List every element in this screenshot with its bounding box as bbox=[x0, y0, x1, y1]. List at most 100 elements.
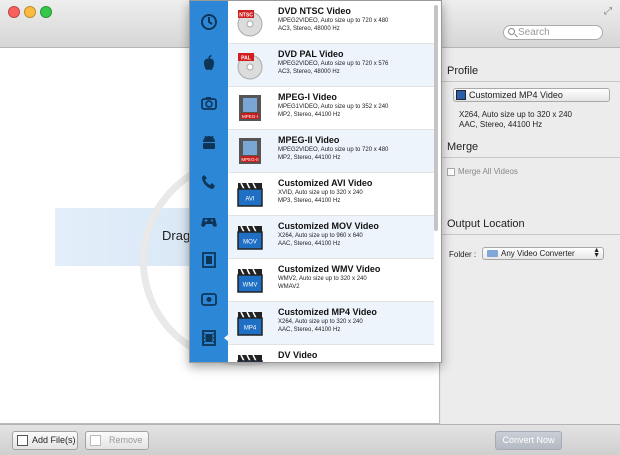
convert-now-button[interactable]: Convert Now bbox=[495, 431, 562, 450]
format-item-dvd-ntsc[interactable]: NTSC DVD NTSC Video MPEG2VIDEO, Auto siz… bbox=[228, 1, 434, 44]
merge-all-checkbox[interactable] bbox=[447, 168, 455, 176]
search-input[interactable]: Search bbox=[503, 25, 603, 40]
output-location-heading: Output Location bbox=[447, 218, 525, 230]
format-badge: MPEG-II bbox=[241, 157, 258, 162]
minimize-window-button[interactable] bbox=[24, 6, 36, 18]
format-description: WMV2, Auto size up to 320 x 240 WMAV2 bbox=[278, 276, 434, 291]
format-item-wmv[interactable]: WMV Customized WMV Video WMV2, Auto size… bbox=[228, 259, 434, 302]
profile-heading: Profile bbox=[447, 65, 479, 77]
format-popup: NTSC DVD NTSC Video MPEG2VIDEO, Auto siz… bbox=[189, 0, 442, 363]
clapperboard-icon: AVI bbox=[235, 179, 265, 209]
film-icon bbox=[202, 252, 216, 268]
format-desc-line: AC3, Stereo, 48000 Hz bbox=[278, 25, 340, 32]
format-badge: MP4 bbox=[244, 326, 257, 332]
profile-details-line2: AAC, Stereo, 44100 Hz bbox=[459, 120, 543, 129]
format-name: Customized MP4 Video bbox=[278, 307, 377, 317]
bottom-toolbar: Add File(s) Remove Convert Now bbox=[0, 424, 620, 455]
category-android[interactable] bbox=[190, 123, 228, 161]
format-item-mpeg2[interactable]: MPEG-II MPEG-II Video MPEG2VIDEO, Auto s… bbox=[228, 130, 434, 173]
convert-now-label: Convert Now bbox=[502, 435, 555, 445]
folder-value: Any Video Converter bbox=[501, 249, 575, 258]
category-camera[interactable] bbox=[190, 84, 228, 122]
format-description: X264, Auto size up to 320 x 240 AAC, Ster… bbox=[278, 319, 434, 334]
format-list: NTSC DVD NTSC Video MPEG2VIDEO, Auto siz… bbox=[228, 1, 434, 362]
format-desc-line: MPEG2VIDEO, Auto size up to 720 x 576 bbox=[278, 61, 389, 67]
divider bbox=[441, 157, 620, 158]
format-desc-line: XVID, Auto size up to 320 x 240 bbox=[278, 190, 363, 196]
category-sidebar bbox=[190, 1, 229, 362]
category-apple[interactable] bbox=[190, 44, 228, 82]
clock-icon bbox=[201, 14, 217, 30]
category-phone[interactable] bbox=[190, 163, 228, 201]
format-description: MPEG1VIDEO, Auto size up to 352 x 240 MP2… bbox=[278, 104, 434, 119]
clapperboard-icon: WMV bbox=[235, 265, 265, 295]
format-name: Customized WMV Video bbox=[278, 264, 381, 274]
format-description: XVID, Auto size up to 320 x 240 MP3, Ster… bbox=[278, 190, 434, 205]
camera-icon bbox=[201, 97, 217, 110]
phone-icon bbox=[202, 175, 215, 189]
format-desc-line: MPEG2VIDEO, Auto size up to 720 x 480 bbox=[278, 18, 389, 24]
profile-select-button[interactable]: Customized MP4 Video bbox=[453, 88, 610, 102]
category-recent[interactable] bbox=[190, 3, 228, 41]
format-desc-line: AAC, Stereo, 44100 Hz bbox=[278, 240, 341, 247]
format-description: MPEG2VIDEO, Auto size up to 720 x 480 MP2… bbox=[278, 147, 434, 162]
format-desc-line: WMAV2 bbox=[278, 283, 300, 290]
format-desc-line: AAC, Stereo, 44100 Hz bbox=[278, 326, 341, 333]
settings-panel: Profile Customized MP4 Video X264, Auto … bbox=[441, 48, 620, 424]
format-item-mpeg1[interactable]: MPEG-I MPEG-I Video MPEG1VIDEO, Auto siz… bbox=[228, 87, 434, 130]
format-name: Customized MOV Video bbox=[278, 221, 379, 231]
format-item-dv[interactable]: DV Video bbox=[228, 345, 434, 362]
format-item-avi[interactable]: AVI Customized AVI Video XVID, Auto size… bbox=[228, 173, 434, 216]
format-badge: AVI bbox=[245, 197, 255, 203]
format-item-dvd-pal[interactable]: PAL DVD PAL Video MPEG2VIDEO, Auto size … bbox=[228, 44, 434, 87]
search-placeholder: Search bbox=[518, 27, 550, 38]
apple-icon bbox=[204, 54, 214, 70]
format-desc-line: MP2, Stereo, 44100 Hz bbox=[278, 154, 341, 161]
clapperboard-icon: MOV bbox=[235, 222, 265, 252]
format-name: Customized AVI Video bbox=[278, 178, 373, 188]
format-badge: MPEG-I bbox=[242, 114, 258, 119]
format-item-mp4[interactable]: MP4 Customized MP4 Video X264, Auto size… bbox=[228, 302, 434, 345]
add-files-button[interactable]: Add File(s) bbox=[12, 431, 78, 450]
folder-icon bbox=[487, 250, 498, 257]
category-game[interactable] bbox=[190, 202, 228, 240]
android-icon bbox=[203, 135, 215, 149]
format-description: MPEG2VIDEO, Auto size up to 720 x 576 AC3… bbox=[278, 61, 434, 76]
category-video[interactable] bbox=[190, 241, 228, 279]
photo-icon bbox=[201, 293, 217, 306]
gamepad-icon bbox=[201, 218, 217, 227]
folder-label: Folder : bbox=[449, 250, 477, 259]
merge-heading: Merge bbox=[447, 141, 479, 153]
format-desc-line: X264, Auto size up to 320 x 240 bbox=[278, 319, 363, 325]
fullscreen-icon[interactable]: ⤢ bbox=[602, 6, 614, 18]
divider bbox=[441, 234, 620, 235]
format-item-mov[interactable]: MOV Customized MOV Video X264, Auto size… bbox=[228, 216, 434, 259]
mp4-profile-icon bbox=[456, 90, 466, 100]
add-file-icon bbox=[17, 435, 28, 446]
format-description: MPEG2VIDEO, Auto size up to 720 x 480 AC3… bbox=[278, 18, 434, 33]
clapperboard-icon: MP4 bbox=[235, 308, 265, 338]
format-desc-line: MPEG2VIDEO, Auto size up to 720 x 480 bbox=[278, 147, 389, 153]
remove-icon bbox=[90, 435, 101, 446]
zoom-window-button[interactable] bbox=[40, 6, 52, 18]
format-badge: NTSC bbox=[239, 12, 253, 18]
clapperboard-icon bbox=[235, 351, 265, 362]
divider bbox=[441, 81, 620, 82]
category-hd-video[interactable] bbox=[190, 319, 229, 357]
format-description: X264, Auto size up to 960 x 640 AAC, Ster… bbox=[278, 233, 434, 248]
dvd-disc-icon: NTSC bbox=[235, 7, 265, 37]
remove-button[interactable]: Remove bbox=[85, 431, 149, 450]
folder-select[interactable]: Any Video Converter ▲ ▼ bbox=[482, 247, 604, 260]
format-name: DVD NTSC Video bbox=[278, 6, 351, 16]
remove-label: Remove bbox=[109, 435, 143, 445]
category-photo[interactable] bbox=[190, 280, 228, 318]
search-icon bbox=[508, 28, 515, 35]
format-badge: PAL bbox=[241, 55, 251, 61]
close-window-button[interactable] bbox=[8, 6, 20, 18]
format-list-scrollbar[interactable] bbox=[434, 5, 438, 231]
film-strip-icon: MPEG-II bbox=[235, 136, 265, 166]
video-file-icon bbox=[202, 330, 216, 346]
add-files-label: Add File(s) bbox=[32, 435, 76, 445]
format-badge: WMV bbox=[243, 283, 258, 289]
merge-all-label: Merge All Videos bbox=[458, 167, 518, 176]
